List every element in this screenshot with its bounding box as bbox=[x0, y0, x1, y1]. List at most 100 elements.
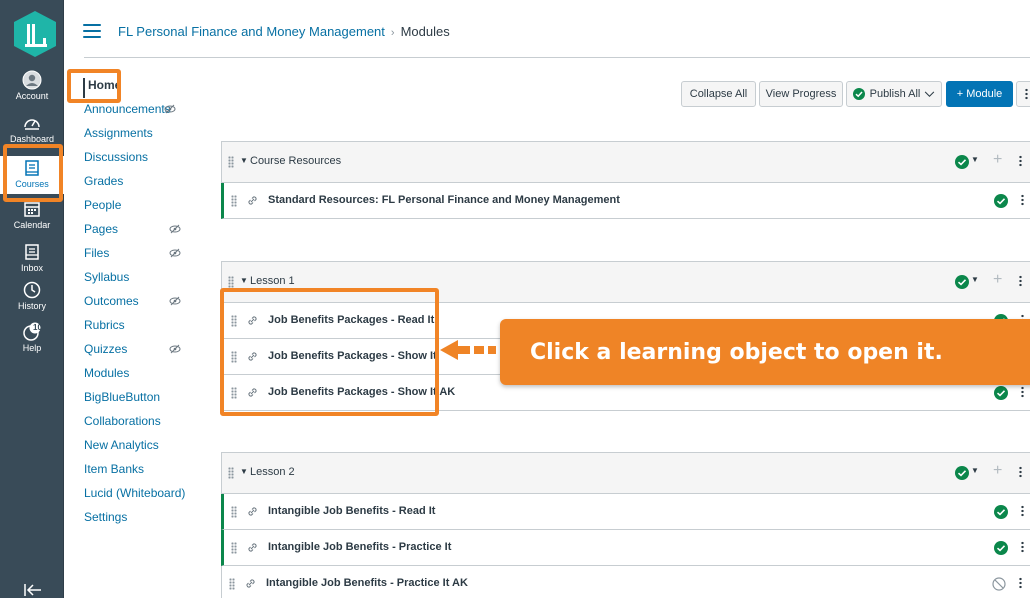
unpublished-icon[interactable] bbox=[992, 577, 1006, 591]
callout-arrow-icon bbox=[440, 340, 496, 360]
course-nav-label: Outcomes bbox=[84, 294, 139, 308]
course-nav-item-banks[interactable]: Item Banks bbox=[84, 462, 194, 482]
module-title: Course Resources bbox=[250, 155, 342, 167]
published-check-icon[interactable] bbox=[994, 541, 1008, 555]
caret-down-icon[interactable]: ▼ bbox=[971, 466, 979, 475]
drag-handle-icon[interactable] bbox=[229, 578, 235, 590]
kebab-icon[interactable] bbox=[1021, 541, 1024, 553]
published-check-icon[interactable] bbox=[955, 155, 969, 169]
course-nav-collaborations[interactable]: Collaborations bbox=[84, 414, 194, 434]
add-item-icon[interactable]: + bbox=[993, 462, 1002, 480]
global-nav-label: Calendar bbox=[13, 220, 51, 230]
course-nav-modules[interactable]: Modules bbox=[84, 366, 194, 386]
course-nav-label: Announcements bbox=[84, 102, 171, 116]
course-nav-quizzes[interactable]: Quizzes bbox=[84, 342, 194, 362]
drag-handle-icon[interactable] bbox=[228, 276, 234, 288]
module-item[interactable]: Intangible Job Benefits - Practice It AK bbox=[221, 566, 1030, 598]
global-nav-inbox[interactable]: Inbox bbox=[0, 242, 64, 273]
add-item-icon[interactable]: + bbox=[993, 151, 1002, 169]
more-options-button[interactable] bbox=[1016, 81, 1030, 107]
kebab-icon[interactable] bbox=[1021, 194, 1024, 206]
published-check-icon[interactable] bbox=[994, 386, 1008, 400]
drag-handle-icon[interactable] bbox=[231, 542, 237, 554]
module-header[interactable]: ▼ Course Resources ▼ + bbox=[221, 141, 1030, 183]
course-nav-syllabus[interactable]: Syllabus bbox=[84, 270, 194, 290]
caret-down-icon[interactable]: ▼ bbox=[971, 155, 979, 164]
highlight-courses bbox=[3, 144, 63, 202]
collapse-all-button[interactable]: Collapse All bbox=[681, 81, 756, 107]
add-item-icon[interactable]: + bbox=[993, 271, 1002, 289]
kebab-icon[interactable] bbox=[1019, 155, 1022, 167]
hidden-eye-icon bbox=[169, 248, 181, 258]
course-nav-announcements[interactable]: Announcements bbox=[84, 102, 194, 122]
dashboard-icon bbox=[24, 119, 40, 130]
published-check-icon[interactable] bbox=[994, 505, 1008, 519]
course-nav-new-analytics[interactable]: New Analytics bbox=[84, 438, 194, 458]
course-nav-label: New Analytics bbox=[84, 438, 159, 452]
module-title: Lesson 2 bbox=[250, 466, 295, 478]
drag-handle-icon[interactable] bbox=[231, 506, 237, 518]
global-nav-account[interactable]: Account bbox=[0, 70, 64, 101]
kebab-icon[interactable] bbox=[1019, 577, 1022, 589]
drag-handle-icon[interactable] bbox=[231, 195, 237, 207]
module-item-title[interactable]: Intangible Job Benefits - Practice It bbox=[268, 541, 451, 553]
course-nav-grades[interactable]: Grades bbox=[84, 174, 194, 194]
published-check-icon bbox=[852, 88, 865, 100]
global-nav-label: Help bbox=[22, 343, 42, 353]
global-nav-history[interactable]: History bbox=[0, 280, 64, 311]
published-check-icon[interactable] bbox=[955, 466, 969, 480]
course-nav-label: Collaborations bbox=[84, 414, 161, 428]
module-item-title[interactable]: Intangible Job Benefits - Read It bbox=[268, 505, 435, 517]
global-nav-label: History bbox=[17, 301, 46, 311]
button-label: Publish All bbox=[869, 88, 921, 100]
module-item-title[interactable]: Intangible Job Benefits - Practice It AK bbox=[266, 577, 468, 589]
link-icon bbox=[248, 507, 257, 516]
kebab-icon[interactable] bbox=[1019, 275, 1022, 287]
calendar-icon bbox=[24, 202, 40, 217]
course-nav-lucid-whiteboard[interactable]: Lucid (Whiteboard) bbox=[84, 486, 194, 506]
course-nav-files[interactable]: Files bbox=[84, 246, 194, 266]
course-nav-bigbluebutton[interactable]: BigBlueButton bbox=[84, 390, 194, 410]
kebab-icon[interactable] bbox=[1021, 505, 1024, 517]
kebab-icon[interactable] bbox=[1019, 466, 1022, 478]
caret-down-icon[interactable]: ▼ bbox=[971, 275, 979, 284]
drag-handle-icon[interactable] bbox=[228, 156, 234, 168]
course-nav-people[interactable]: People bbox=[84, 198, 194, 218]
published-check-icon[interactable] bbox=[955, 275, 969, 289]
course-nav-outcomes[interactable]: Outcomes bbox=[84, 294, 194, 314]
course-nav-assignments[interactable]: Assignments bbox=[84, 126, 194, 146]
module-header[interactable]: ▼ Lesson 2 ▼ + bbox=[221, 452, 1030, 494]
course-nav-label: Modules bbox=[84, 366, 130, 380]
published-check-icon[interactable] bbox=[994, 194, 1008, 208]
module-item[interactable]: Intangible Job Benefits - Read It bbox=[221, 494, 1030, 530]
institution-logo[interactable] bbox=[13, 10, 57, 58]
global-nav-help[interactable]: 10 Help bbox=[0, 322, 64, 353]
highlight-learning-objects bbox=[220, 288, 439, 416]
global-nav-calendar[interactable]: Calendar bbox=[0, 199, 64, 230]
course-nav-label: People bbox=[84, 198, 122, 212]
add-module-button[interactable]: + Module bbox=[946, 81, 1013, 107]
course-nav-discussions[interactable]: Discussions bbox=[84, 150, 194, 170]
button-label: + Module bbox=[956, 88, 1003, 100]
module-item-title[interactable]: Standard Resources: FL Personal Finance … bbox=[268, 194, 620, 206]
course-nav-rubrics[interactable]: Rubrics bbox=[84, 318, 194, 338]
breadcrumb-course-link[interactable]: FL Personal Finance and Money Management bbox=[118, 24, 385, 39]
link-icon bbox=[248, 543, 257, 552]
course-nav-settings[interactable]: Settings bbox=[84, 510, 194, 530]
module-item[interactable]: Intangible Job Benefits - Practice It bbox=[221, 530, 1030, 566]
collapse-triangle-icon[interactable]: ▼ bbox=[240, 467, 248, 476]
collapse-triangle-icon[interactable]: ▼ bbox=[240, 276, 248, 285]
drag-handle-icon[interactable] bbox=[228, 467, 234, 479]
view-progress-button[interactable]: View Progress bbox=[759, 81, 843, 107]
course-nav-pages[interactable]: Pages bbox=[84, 222, 194, 242]
module-item[interactable]: Standard Resources: FL Personal Finance … bbox=[221, 183, 1030, 219]
publish-all-button[interactable]: Publish All bbox=[846, 81, 942, 107]
collapse-nav-icon[interactable] bbox=[24, 583, 42, 597]
kebab-icon bbox=[1024, 88, 1028, 100]
hamburger-menu-icon[interactable] bbox=[83, 24, 101, 38]
button-label: Collapse All bbox=[689, 88, 748, 100]
global-nav-label: Account bbox=[15, 91, 49, 101]
collapse-triangle-icon[interactable]: ▼ bbox=[240, 156, 248, 165]
kebab-icon[interactable] bbox=[1021, 386, 1024, 398]
global-nav-dashboard[interactable]: Dashboard bbox=[0, 113, 64, 144]
